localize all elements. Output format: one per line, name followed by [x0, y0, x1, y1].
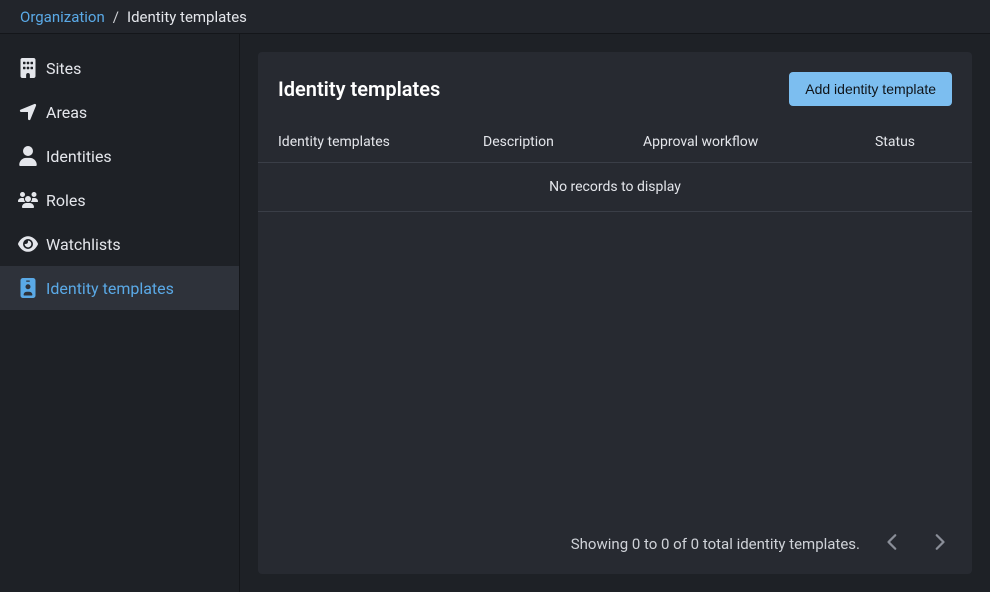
breadcrumb-root-link[interactable]: Organization — [20, 8, 105, 26]
add-identity-template-button[interactable]: Add identity template — [789, 72, 952, 106]
sidebar-item-label: Identities — [46, 147, 112, 166]
column-header-templates: Identity templates — [278, 134, 483, 150]
sidebar-item-roles[interactable]: Roles — [0, 178, 239, 222]
table-header-row: Identity templates Description Approval … — [258, 122, 972, 163]
panel-footer: Showing 0 to 0 of 0 total identity templ… — [258, 513, 972, 574]
location-arrow-icon — [18, 102, 46, 122]
panel: Identity templates Add identity template… — [258, 52, 972, 574]
chevron-left-icon — [884, 533, 902, 554]
column-header-description: Description — [483, 134, 643, 150]
user-icon — [18, 146, 46, 166]
id-badge-icon — [18, 278, 46, 298]
sidebar-item-identities[interactable]: Identities — [0, 134, 239, 178]
pagination-summary: Showing 0 to 0 of 0 total identity templ… — [571, 535, 860, 553]
next-page-button[interactable] — [926, 529, 952, 558]
users-icon — [18, 190, 46, 210]
column-header-approval: Approval workflow — [643, 134, 838, 150]
building-icon — [18, 58, 46, 78]
breadcrumb-separator: / — [113, 8, 119, 26]
sidebar-item-label: Sites — [46, 59, 81, 78]
sidebar-item-watchlists[interactable]: Watchlists — [0, 222, 239, 266]
sidebar: Sites Areas Identities Roles Watchlists — [0, 34, 240, 592]
column-header-status: Status — [838, 134, 952, 150]
breadcrumb-current: Identity templates — [127, 8, 247, 26]
panel-header: Identity templates Add identity template — [258, 52, 972, 122]
panel-body — [258, 212, 972, 513]
chevron-right-icon — [930, 533, 948, 554]
empty-state-message: No records to display — [258, 163, 972, 212]
page-title: Identity templates — [278, 77, 440, 101]
sidebar-item-identity-templates[interactable]: Identity templates — [0, 266, 239, 310]
eye-icon — [18, 234, 46, 254]
breadcrumb: Organization / Identity templates — [0, 0, 990, 34]
sidebar-item-label: Watchlists — [46, 235, 121, 254]
sidebar-item-sites[interactable]: Sites — [0, 46, 239, 90]
sidebar-item-label: Identity templates — [46, 279, 174, 298]
sidebar-item-areas[interactable]: Areas — [0, 90, 239, 134]
prev-page-button[interactable] — [880, 529, 906, 558]
main-content: Identity templates Add identity template… — [240, 34, 990, 592]
sidebar-item-label: Areas — [46, 103, 87, 122]
sidebar-item-label: Roles — [46, 191, 86, 210]
